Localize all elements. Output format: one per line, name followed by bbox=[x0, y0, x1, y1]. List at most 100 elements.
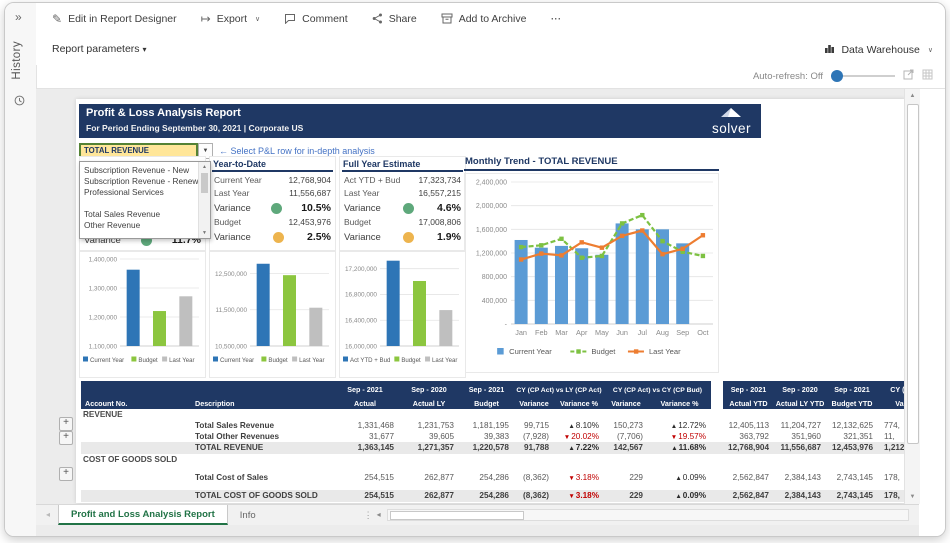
horizontal-scrollbar-thumb[interactable] bbox=[390, 511, 524, 520]
down-arrow-icon: ▼ bbox=[671, 434, 677, 441]
table-cell: 262,877 bbox=[399, 490, 459, 502]
kpi-row-label: Current Year bbox=[214, 175, 262, 185]
table-cell: 229 bbox=[604, 472, 648, 483]
expand-row-button[interactable]: + bbox=[59, 467, 73, 481]
column-header bbox=[81, 381, 191, 395]
column-header: Varianc bbox=[878, 395, 904, 409]
dropdown-option[interactable]: Professional Services bbox=[80, 187, 198, 198]
kpi-row: Budget 12,453,976 bbox=[210, 214, 335, 227]
more-options-button[interactable]: ⋯ bbox=[550, 13, 561, 25]
svg-text:Mar: Mar bbox=[555, 328, 568, 337]
column-header: Budget bbox=[459, 395, 514, 409]
expand-sidebar-icon[interactable]: » bbox=[15, 10, 22, 24]
ellipsis-icon: ⋯ bbox=[550, 13, 561, 25]
dropdown-option[interactable]: Total Sales Revenue bbox=[80, 209, 198, 220]
svg-text:1,600,000: 1,600,000 bbox=[476, 227, 507, 234]
scroll-down-icon[interactable]: ▼ bbox=[199, 228, 210, 238]
variance-percent: 3.18% bbox=[576, 491, 599, 500]
edit-in-report-designer-button[interactable]: ✎ Edit in Report Designer bbox=[52, 13, 177, 25]
dropdown-option[interactable]: Other Revenue bbox=[80, 220, 198, 231]
up-arrow-icon: ▲ bbox=[568, 445, 574, 452]
sheet-nav-arrow-icon[interactable]: ◂ bbox=[46, 505, 50, 525]
horizontal-scrollbar[interactable] bbox=[387, 509, 909, 521]
table-row: Total Other Revenues31,67739,60539,383(7… bbox=[81, 431, 904, 442]
mini-chart-full-year: 16,000,00016,400,00016,800,00017,200,000… bbox=[339, 251, 466, 378]
svg-text:400,000: 400,000 bbox=[482, 298, 507, 305]
monthly-trend-chart: -400,000800,0001,200,0001,600,0002,000,0… bbox=[464, 173, 719, 373]
pencil-icon: ✎ bbox=[52, 13, 62, 25]
hscroll-left-arrow-icon[interactable]: ◂ bbox=[377, 505, 381, 525]
workspace: Profit & Loss Analysis Report For Period… bbox=[36, 89, 904, 504]
tab-splitter-handle[interactable]: ⋮ bbox=[364, 505, 373, 525]
svg-text:Last Year: Last Year bbox=[299, 357, 324, 364]
kpi-row-value: 12,453,976 bbox=[288, 217, 331, 227]
share-button[interactable]: Share bbox=[372, 13, 417, 26]
table-cell: 1,231,753 bbox=[399, 420, 459, 431]
auto-refresh-slider[interactable] bbox=[831, 70, 895, 82]
dropdown-scrollbar-thumb[interactable] bbox=[201, 173, 208, 193]
share-icon bbox=[372, 13, 383, 26]
mini-chart-current-period: 1,100,0001,200,0001,300,0001,400,000Curr… bbox=[79, 251, 206, 378]
column-header: CY (CP Act) vs LY (CP Act) bbox=[514, 381, 604, 395]
table-cell: 1,212, bbox=[878, 442, 904, 454]
down-arrow-icon: ▼ bbox=[564, 434, 570, 441]
popout-icon[interactable] bbox=[903, 67, 914, 85]
scroll-up-icon[interactable]: ▲ bbox=[905, 89, 920, 103]
table-cell: ▼3.18% bbox=[554, 490, 604, 502]
add-to-archive-button[interactable]: Add to Archive bbox=[441, 13, 527, 26]
dropdown-option[interactable]: Subscription Revenue - New bbox=[80, 165, 198, 176]
scroll-up-icon[interactable]: ▲ bbox=[199, 162, 210, 172]
status-dot bbox=[273, 232, 284, 243]
kpi-row-label: Last Year bbox=[344, 188, 379, 198]
table-cell: 99,715 bbox=[514, 420, 554, 431]
column-header: Variance % bbox=[554, 395, 604, 409]
tab-info[interactable]: Info bbox=[228, 505, 268, 525]
vertical-scrollbar[interactable]: ▲ ▼ bbox=[904, 89, 920, 504]
pl-row-dropdown-list: Subscription Revenue - NewSubscription R… bbox=[79, 161, 211, 239]
grid-view-icon[interactable] bbox=[922, 67, 933, 85]
table-cell: 254,515 bbox=[331, 472, 399, 483]
variance-value: 10.5% bbox=[301, 202, 331, 214]
variance-label: Variance bbox=[214, 203, 251, 214]
table-cell: 11, bbox=[878, 431, 904, 442]
kpi-panel-year-to-date: Year-to-Date Current Year 12,768,904 Las… bbox=[209, 156, 336, 251]
monthly-trend-panel: Monthly Trend - TOTAL REVENUE -400,00080… bbox=[464, 156, 719, 372]
kpi-row-value: 11,556,687 bbox=[289, 188, 331, 198]
scroll-down-icon[interactable]: ▼ bbox=[905, 490, 920, 504]
report-parameters-button[interactable]: Report parameters ▾ bbox=[52, 43, 146, 55]
svg-text:Budget: Budget bbox=[268, 357, 288, 364]
svg-text:Budget: Budget bbox=[401, 357, 421, 364]
expand-row-button[interactable]: + bbox=[59, 431, 73, 445]
kpi-row-label: Act YTD + Bud bbox=[344, 175, 400, 185]
slider-knob[interactable] bbox=[831, 70, 843, 82]
kpi-row: Last Year 11,556,687 bbox=[210, 185, 335, 198]
svg-text:Oct: Oct bbox=[697, 328, 708, 337]
export-icon: ↦ bbox=[201, 13, 211, 25]
table-cell: 150,273 bbox=[604, 420, 648, 431]
vertical-scrollbar-thumb[interactable] bbox=[907, 104, 919, 444]
table-cell: ▼20.02% bbox=[554, 431, 604, 442]
comment-button[interactable]: Comment bbox=[284, 13, 348, 26]
sidebar-item-history[interactable]: History bbox=[11, 41, 23, 80]
expand-row-button[interactable]: + bbox=[59, 417, 73, 431]
column-header: CY (CP Act) vs CY (CP Bud) bbox=[604, 381, 711, 395]
dropdown-option[interactable] bbox=[80, 198, 198, 209]
tab-label: Profit and Loss Analysis Report bbox=[71, 509, 215, 520]
variance-row: Variance 2.5% bbox=[210, 227, 335, 243]
column-header: Variance % bbox=[648, 395, 711, 409]
table-cell: 1,271,357 bbox=[399, 442, 459, 454]
data-warehouse-selector[interactable]: Data Warehouse ∨ bbox=[824, 43, 933, 57]
tab-profit-and-loss-analysis-report[interactable]: Profit and Loss Analysis Report bbox=[58, 505, 228, 525]
dropdown-option[interactable]: Subscription Revenue - Renewals bbox=[80, 176, 198, 187]
svg-text:Aug: Aug bbox=[656, 328, 669, 337]
svg-text:1,300,000: 1,300,000 bbox=[89, 285, 118, 292]
parameters-row: Report parameters ▾ Data Warehouse ∨ bbox=[36, 35, 945, 65]
column-header: Budget YTD bbox=[826, 395, 878, 409]
svg-text:1,200,000: 1,200,000 bbox=[89, 314, 118, 321]
solver-logo-text: solver bbox=[712, 122, 751, 136]
kpi-title: Year-to-Date bbox=[212, 158, 333, 172]
export-button[interactable]: ↦ Export ∨ bbox=[201, 13, 261, 25]
dropdown-scrollbar[interactable]: ▲ ▼ bbox=[198, 162, 210, 238]
sheet-tab-bar: ◂ Profit and Loss Analysis Report Info ⋮… bbox=[36, 504, 919, 526]
svg-text:Budget: Budget bbox=[591, 347, 616, 356]
